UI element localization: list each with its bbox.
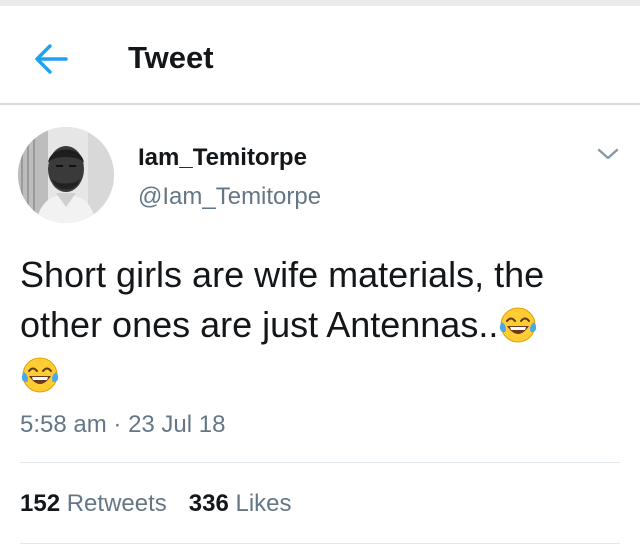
tweet-stats: 152 Retweets 336 Likes [20,489,292,519]
likes-label: Likes [235,490,292,517]
author-name[interactable]: Iam_Temitorpe [138,143,307,173]
tweet-date: 23 Jul 18 [128,411,226,438]
retweets-label: Retweets [66,490,167,517]
tweet-text-line-1: Short girls are wife materials, the [20,254,545,295]
app-header: Tweet [0,6,640,104]
tweet-timestamp: 5:58 am · 23 Jul 18 [20,410,225,440]
timestamp-separator: · [113,411,122,438]
stats-top-divider [20,462,620,463]
author-handle[interactable]: @Iam_Temitorpe [138,182,321,212]
retweets-count: 152 [20,490,61,517]
tears-of-joy-emoji-icon [21,357,59,393]
avatar-photo [18,127,114,223]
arrow-left-icon[interactable] [32,40,70,78]
page-title: Tweet [128,40,214,75]
tweet-text: Short girls are wife materials, the othe… [20,250,620,400]
stats-bottom-divider [20,543,620,544]
avatar[interactable] [18,127,114,223]
likes-count: 336 [188,490,229,517]
tears-of-joy-emoji-icon [500,307,537,343]
header-divider [0,103,640,105]
retweets-stat[interactable]: 152 Retweets [20,490,167,517]
tweet-text-line-2: other ones are just Antennas.. [20,304,499,345]
tweet-detail-screen: Tweet Iam_Temitorpe @Iam_Temitorpe Short… [0,0,640,557]
tweet-time: 5:58 am [20,411,107,438]
chevron-down-icon[interactable] [596,146,620,162]
likes-stat[interactable]: 336 Likes [189,490,292,517]
